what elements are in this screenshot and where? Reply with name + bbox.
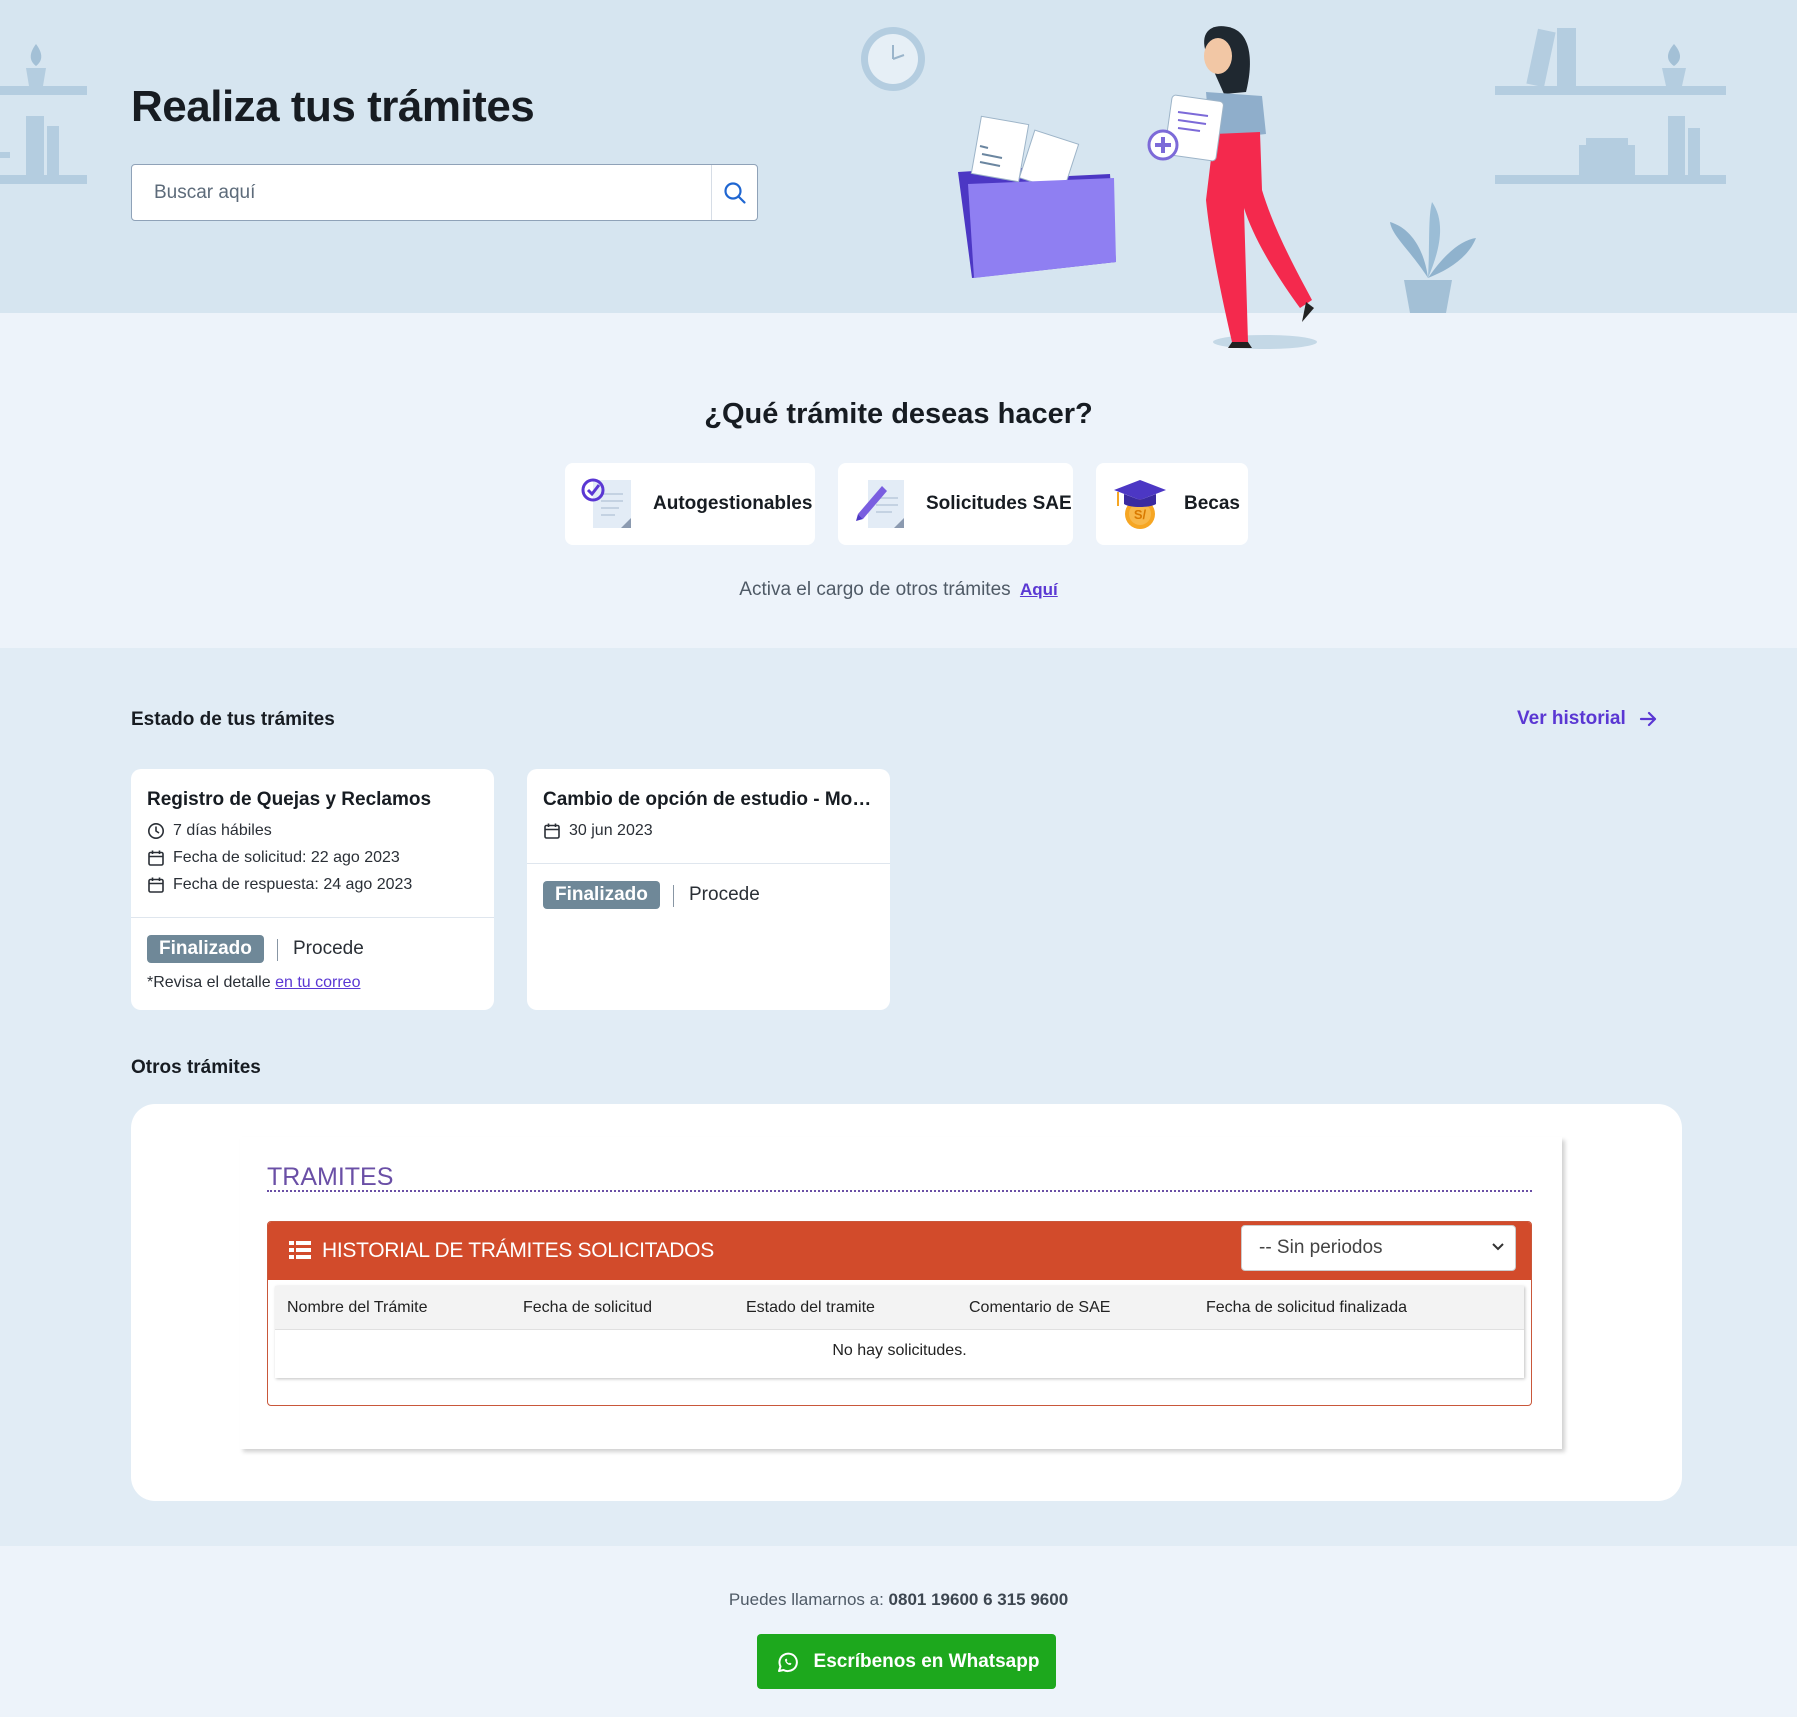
self-service-document-icon bbox=[581, 478, 631, 528]
type-card-label: Solicitudes SAE bbox=[926, 493, 1072, 514]
tramites-heading: TRAMITES bbox=[267, 1163, 394, 1191]
list-icon bbox=[289, 1241, 311, 1259]
call-label: Puedes llamarnos a: bbox=[728, 1590, 884, 1609]
status-title: Estado de tus trámites bbox=[131, 709, 335, 730]
activa-cargo-text: Activa el cargo de otros trámites Aquí bbox=[0, 579, 1797, 601]
status-card[interactable]: Cambio de opción de estudio - Mod... 30 … bbox=[527, 769, 890, 1010]
type-card-becas[interactable]: S/ Becas bbox=[1096, 463, 1248, 545]
column-header: Fecha de solicitud finalizada bbox=[1206, 1299, 1408, 1316]
clock-icon bbox=[148, 823, 164, 839]
card-divider bbox=[527, 863, 890, 864]
history-panel-header: HISTORIAL DE TRÁMITES SOLICITADOS -- Sin… bbox=[268, 1222, 1531, 1280]
phone-number: 0801 19600 6 315 9600 bbox=[888, 1590, 1069, 1609]
history-panel: HISTORIAL DE TRÁMITES SOLICITADOS -- Sin… bbox=[267, 1221, 1532, 1406]
whatsapp-icon bbox=[777, 1652, 798, 1672]
hero-banner bbox=[0, 0, 1797, 313]
empty-message: No hay solicitudes. bbox=[832, 1342, 967, 1359]
search-input[interactable] bbox=[132, 165, 712, 220]
card-line-text: Fecha de solicitud: 22 ago 2023 bbox=[173, 849, 400, 866]
heading-underline bbox=[267, 1190, 1532, 1192]
column-header: Comentario de SAE bbox=[969, 1299, 1111, 1316]
email-link[interactable]: en tu correo bbox=[275, 974, 360, 991]
calendar-icon bbox=[148, 850, 164, 866]
activa-link[interactable]: Aquí bbox=[1020, 580, 1058, 599]
type-card-label: Becas bbox=[1184, 493, 1240, 514]
status-badge: Finalizado bbox=[147, 935, 264, 963]
graduation-cap-coin-icon: S/ bbox=[1114, 480, 1166, 529]
chevron-down-icon bbox=[1492, 1243, 1504, 1251]
table-header: Nombre del Trámite Fecha de solicitud Es… bbox=[275, 1286, 1524, 1330]
arrow-right-icon bbox=[1639, 711, 1656, 727]
search-button[interactable] bbox=[711, 165, 757, 220]
period-select[interactable]: -- Sin periodos bbox=[1241, 1225, 1516, 1271]
svg-text:S/: S/ bbox=[1134, 507, 1147, 522]
history-table: Nombre del Trámite Fecha de solicitud Es… bbox=[275, 1286, 1524, 1378]
calendar-icon bbox=[148, 877, 164, 893]
status-card[interactable]: Registro de Quejas y Reclamos 7 días háb… bbox=[131, 769, 494, 1010]
view-history-link[interactable]: Ver historial bbox=[1517, 708, 1658, 730]
view-history-label: Ver historial bbox=[1517, 708, 1626, 729]
activa-label: Activa el cargo de otros trámites bbox=[739, 579, 1011, 600]
whatsapp-button[interactable]: Escríbenos en Whatsapp bbox=[757, 1634, 1056, 1689]
divider bbox=[673, 885, 674, 907]
card-date: 30 jun 2023 bbox=[543, 822, 653, 840]
card-line-text: Fecha de respuesta: 24 ago 2023 bbox=[173, 876, 413, 893]
card-request-date: Fecha de solicitud: 22 ago 2023 bbox=[147, 849, 400, 867]
pencil-document-icon bbox=[856, 480, 904, 528]
card-duration: 7 días hábiles bbox=[147, 822, 272, 840]
call-us-text: Puedes llamarnos a: 0801 19600 6 315 960… bbox=[0, 1590, 1797, 1610]
period-select-value: -- Sin periodos bbox=[1259, 1237, 1383, 1258]
status-badge: Finalizado bbox=[543, 881, 660, 909]
otros-title: Otros trámites bbox=[131, 1057, 261, 1078]
card-result: Procede bbox=[689, 884, 760, 905]
card-line-text: 30 jun 2023 bbox=[569, 822, 653, 839]
column-header: Fecha de solicitud bbox=[523, 1299, 652, 1316]
whatsapp-label: Escríbenos en Whatsapp bbox=[813, 1650, 1040, 1672]
type-card-solicitudes-sae[interactable]: Solicitudes SAE bbox=[838, 463, 1073, 545]
column-header: Estado del tramite bbox=[746, 1299, 875, 1316]
card-note-text: *Revisa el detalle bbox=[147, 974, 271, 991]
page-title: Realiza tus trámites bbox=[131, 82, 535, 131]
card-response-date: Fecha de respuesta: 24 ago 2023 bbox=[147, 876, 412, 894]
search-box bbox=[131, 164, 758, 221]
types-title: ¿Qué trámite deseas hacer? bbox=[704, 398, 1093, 430]
card-title: Registro de Quejas y Reclamos bbox=[147, 789, 432, 810]
card-line-text: 7 días hábiles bbox=[173, 822, 272, 839]
search-icon bbox=[723, 181, 746, 204]
divider bbox=[277, 939, 278, 961]
calendar-icon bbox=[544, 823, 560, 839]
card-divider bbox=[131, 917, 494, 918]
type-card-autogestionables[interactable]: Autogestionables bbox=[565, 463, 815, 545]
card-title: Cambio de opción de estudio - Mod... bbox=[543, 789, 873, 810]
type-card-label: Autogestionables bbox=[653, 493, 813, 514]
card-result: Procede bbox=[293, 938, 364, 959]
history-panel-title: HISTORIAL DE TRÁMITES SOLICITADOS bbox=[322, 1239, 714, 1262]
card-note: *Revisa el detalle en tu correo bbox=[147, 974, 360, 992]
column-header: Nombre del Trámite bbox=[287, 1299, 428, 1316]
